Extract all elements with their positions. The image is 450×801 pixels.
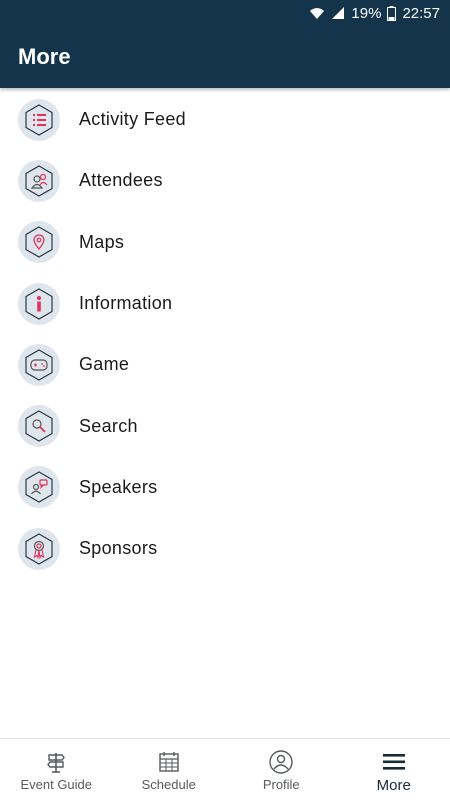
more-menu-list: Activity Feed Attendees Maps: [0, 89, 450, 579]
attendees-icon: [18, 160, 60, 202]
menu-item-label: Game: [79, 354, 129, 375]
menu-item-label: Activity Feed: [79, 109, 186, 130]
menu-item-game[interactable]: Game: [0, 334, 450, 395]
menu-item-label: Speakers: [79, 477, 157, 498]
nav-more[interactable]: More: [338, 739, 450, 801]
battery-icon: [387, 6, 396, 21]
menu-item-search[interactable]: Search: [0, 395, 450, 456]
status-bar: 19% 22:57: [0, 0, 450, 26]
nav-profile[interactable]: Profile: [225, 739, 338, 801]
menu-item-label: Attendees: [79, 170, 163, 191]
menu-item-sponsors[interactable]: Sponsors: [0, 518, 450, 579]
award-ribbon-icon: [18, 528, 60, 570]
clock: 22:57: [402, 5, 440, 22]
nav-label: Event Guide: [20, 777, 92, 792]
menu-item-activity-feed[interactable]: Activity Feed: [0, 89, 450, 150]
menu-item-label: Information: [79, 293, 172, 314]
battery-percent: 19%: [351, 5, 381, 22]
search-icon: [18, 405, 60, 447]
bottom-nav: Event Guide Schedule Profile: [0, 738, 450, 801]
signpost-icon: [44, 749, 68, 775]
activity-feed-icon: [18, 99, 60, 141]
speaker-icon: [18, 466, 60, 508]
nav-schedule[interactable]: Schedule: [113, 739, 226, 801]
app-bar: More: [0, 26, 450, 88]
info-icon: [18, 283, 60, 325]
map-pin-icon: [18, 221, 60, 263]
menu-item-label: Maps: [79, 232, 124, 253]
menu-item-label: Sponsors: [79, 538, 157, 559]
menu-item-information[interactable]: Information: [0, 273, 450, 334]
nav-label: Schedule: [142, 777, 196, 792]
menu-item-speakers[interactable]: Speakers: [0, 457, 450, 518]
signal-icon: [331, 6, 345, 20]
nav-label: Profile: [263, 777, 300, 792]
wifi-icon: [309, 6, 325, 20]
nav-event-guide[interactable]: Event Guide: [0, 739, 113, 801]
hamburger-menu-icon: [382, 749, 406, 775]
menu-item-label: Search: [79, 416, 138, 437]
menu-item-attendees[interactable]: Attendees: [0, 150, 450, 211]
calendar-icon: [157, 749, 181, 775]
profile-icon: [268, 749, 294, 775]
nav-label: More: [377, 777, 411, 794]
page-title: More: [18, 44, 71, 70]
menu-item-maps[interactable]: Maps: [0, 212, 450, 273]
game-controller-icon: [18, 344, 60, 386]
